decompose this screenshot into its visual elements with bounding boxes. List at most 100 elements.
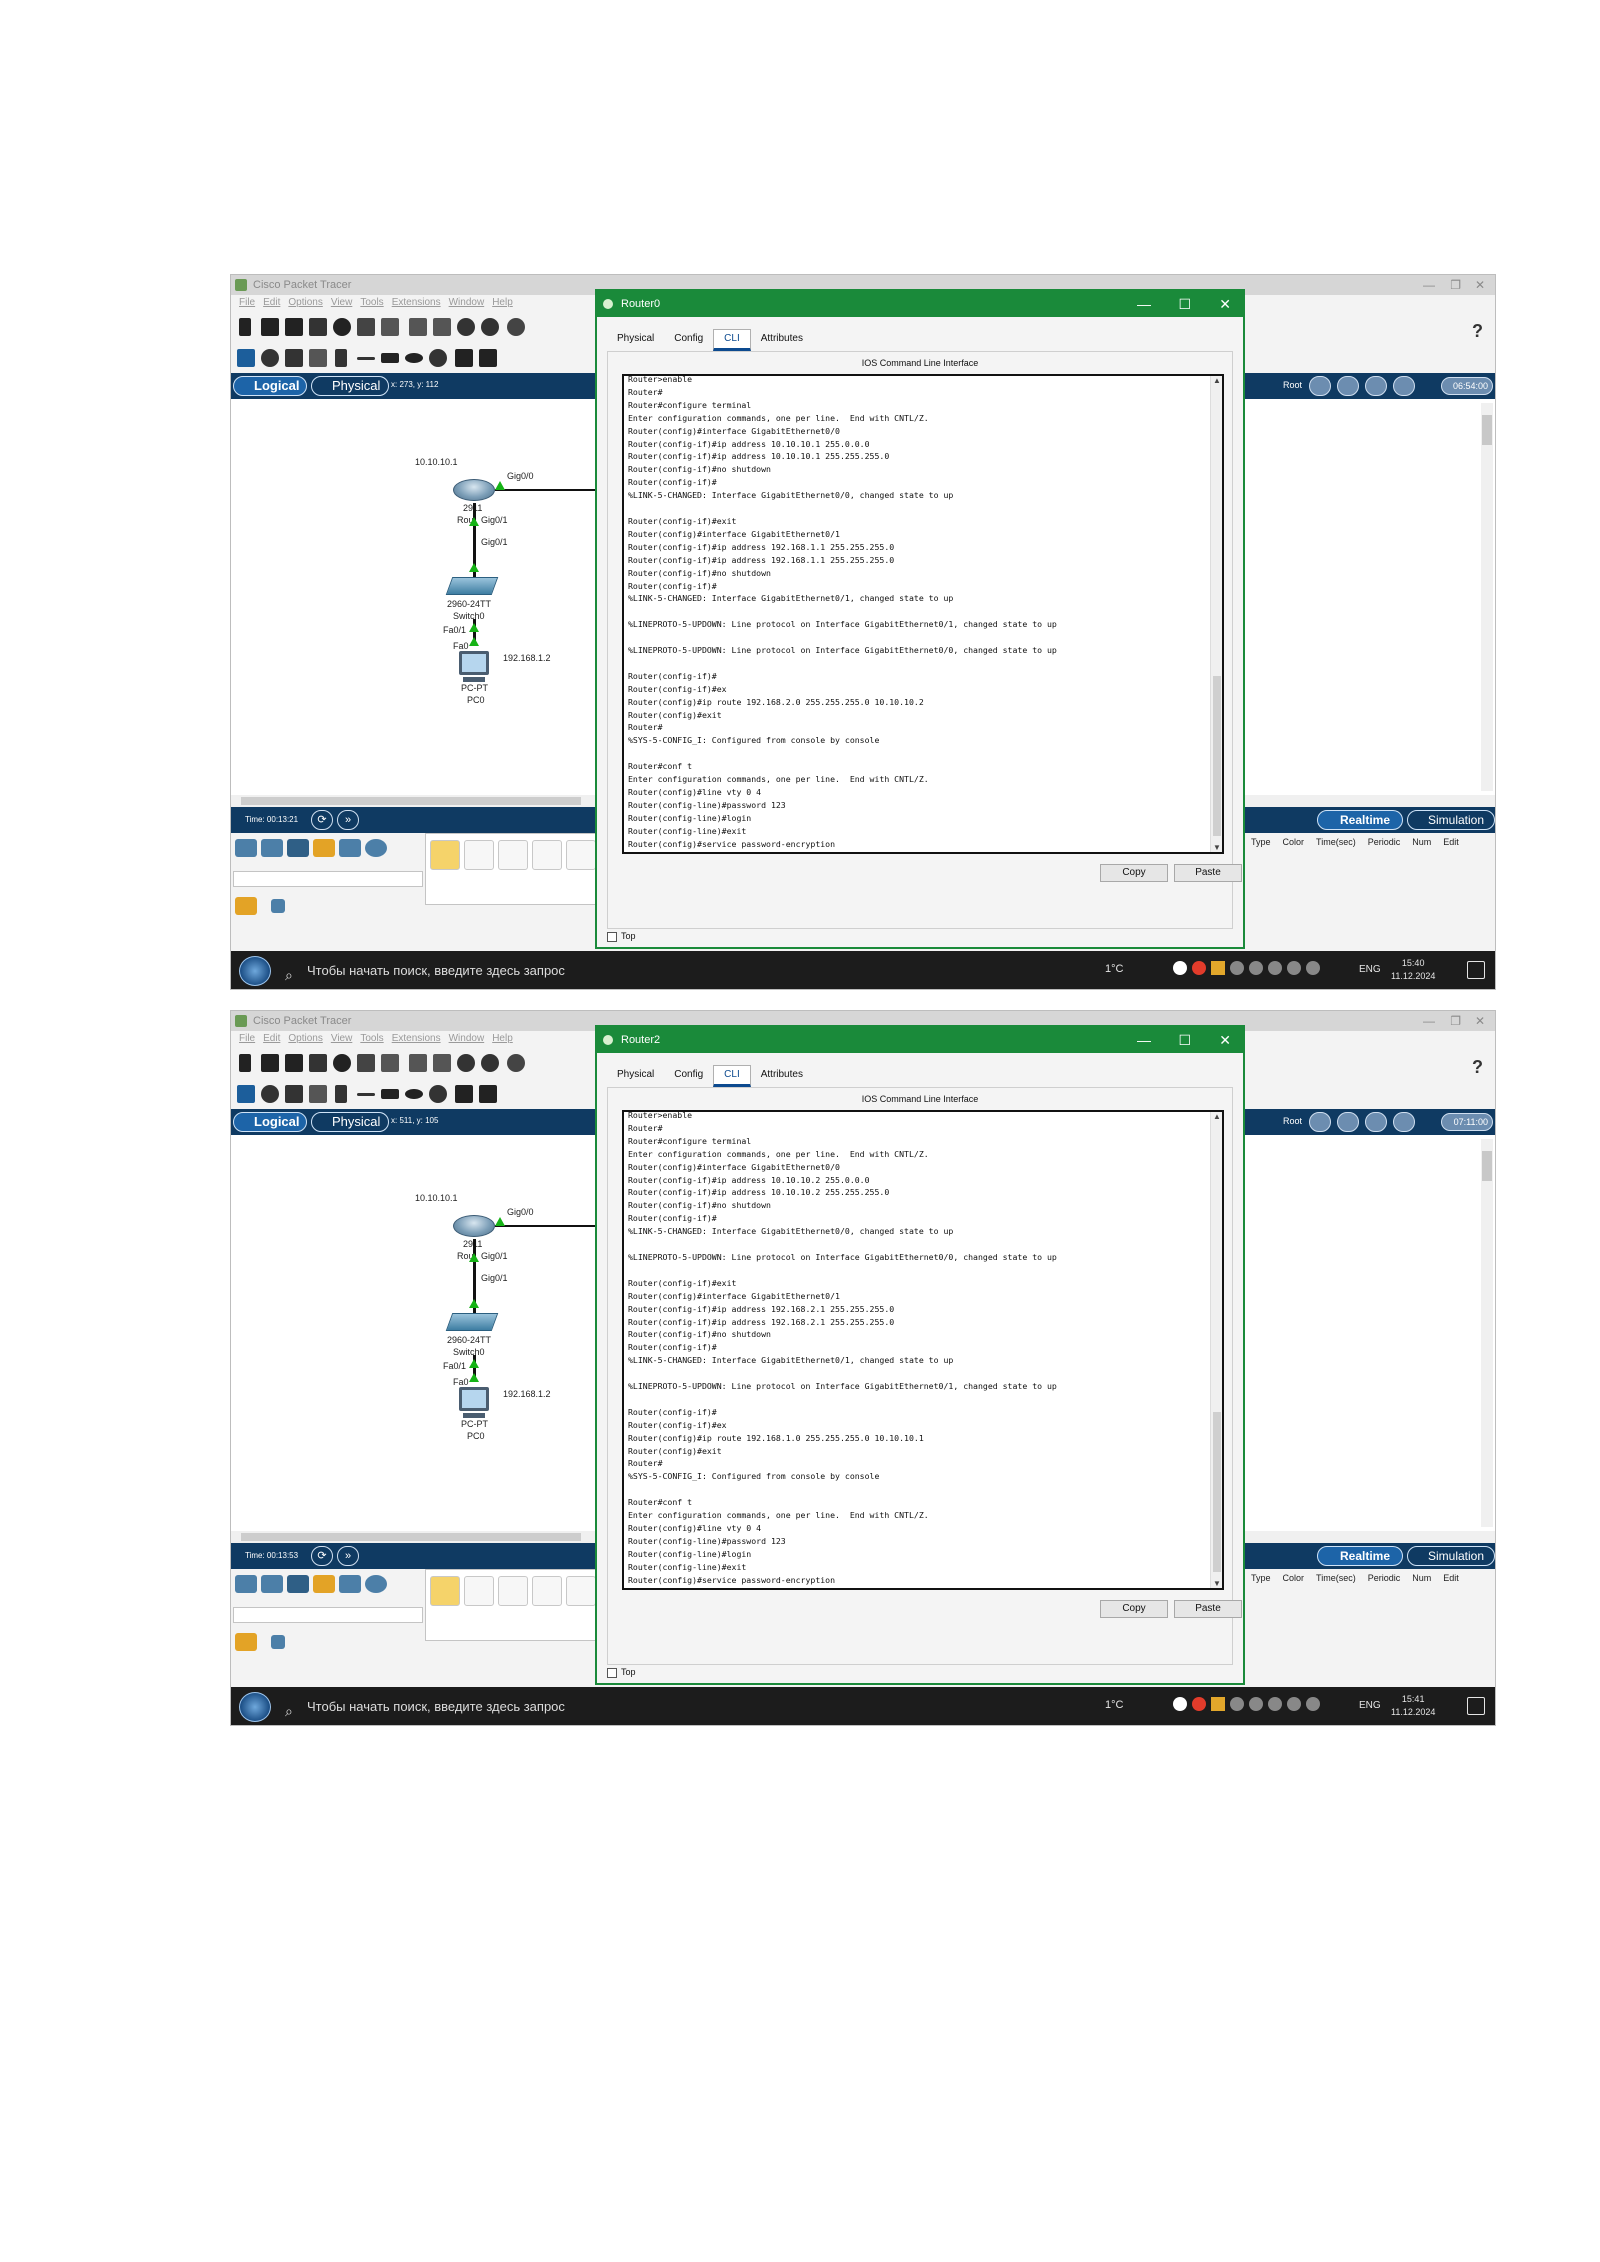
menu-window[interactable]: Window (449, 1031, 485, 1047)
auto-connect-icon[interactable] (430, 840, 460, 870)
grid-icon[interactable] (271, 1635, 285, 1649)
draw-ellipse-icon[interactable] (405, 1089, 423, 1099)
back-icon[interactable] (1309, 376, 1331, 396)
taskbar-search[interactable]: ⌕ Чтобы начать поиск, введите здесь запро… (279, 959, 591, 983)
multiuser-icon[interactable] (365, 1575, 387, 1593)
close-icon[interactable]: ✕ (1475, 275, 1485, 295)
switch-icon[interactable] (445, 1313, 499, 1331)
minimize-icon[interactable]: — (1423, 1011, 1435, 1031)
help-icon[interactable]: ? (1472, 321, 1483, 342)
wifi-icon[interactable] (1268, 961, 1282, 975)
scrollbar-thumb[interactable] (1213, 676, 1221, 836)
draw-rectangle-icon[interactable] (381, 353, 399, 363)
inspect-icon[interactable] (261, 349, 279, 367)
menu-file[interactable]: File (239, 295, 255, 311)
cli-terminal[interactable]: Router>enable Router# Router#configure t… (622, 1110, 1224, 1590)
weather-temp[interactable]: 1°C (1105, 963, 1123, 975)
dialog-maximize-icon[interactable]: ☐ (1178, 1027, 1191, 1053)
paste-button[interactable]: Paste (1174, 1600, 1242, 1618)
menu-file[interactable]: File (239, 1031, 255, 1047)
resize-icon[interactable] (309, 1085, 327, 1103)
start-icon[interactable] (239, 1692, 271, 1722)
terminal-scrollbar[interactable]: ▲ ▼ (1210, 1112, 1222, 1588)
router-icon[interactable] (453, 1215, 495, 1237)
tab-attributes[interactable]: Attributes (751, 1066, 813, 1084)
tray-clock[interactable]: 15:40 11.12.2024 (1391, 957, 1435, 983)
save-icon[interactable] (285, 318, 303, 336)
dialog-close-icon[interactable]: ✕ (1219, 291, 1231, 317)
input-language[interactable]: ENG (1359, 1700, 1381, 1711)
device-search-field[interactable] (233, 871, 423, 887)
scroll-up-icon[interactable]: ▲ (1213, 376, 1221, 385)
restore-icon[interactable]: ❐ (1450, 1011, 1461, 1031)
components-icon[interactable] (287, 839, 309, 857)
tab-config[interactable]: Config (664, 1066, 713, 1084)
move-icon[interactable] (1365, 376, 1387, 396)
input-language[interactable]: ENG (1359, 964, 1381, 975)
copy-button[interactable]: Copy (1100, 1600, 1168, 1618)
realtime-mode-button[interactable]: Realtime (1317, 810, 1403, 830)
delete-icon[interactable] (285, 1085, 303, 1103)
realtime-mode-button[interactable]: Realtime (1317, 1546, 1403, 1566)
power-cycle-icon[interactable]: ⟳ (311, 810, 333, 830)
menu-view[interactable]: View (331, 1031, 353, 1047)
console-cable-icon[interactable] (464, 1576, 494, 1606)
menu-view[interactable]: View (331, 295, 353, 311)
pc-icon[interactable] (459, 651, 489, 675)
simulation-mode-button[interactable]: Simulation (1407, 810, 1495, 830)
copy-icon[interactable] (409, 318, 427, 336)
dialog-maximize-icon[interactable]: ☐ (1178, 291, 1191, 317)
delete-icon[interactable] (285, 349, 303, 367)
viewport-icon[interactable] (1393, 376, 1415, 396)
copy-button[interactable]: Copy (1100, 864, 1168, 882)
tray-app-icon[interactable] (1230, 961, 1244, 975)
move-icon[interactable] (1365, 1112, 1387, 1132)
auto-connect-icon[interactable] (430, 1576, 460, 1606)
menu-edit[interactable]: Edit (263, 295, 280, 311)
freeform-icon[interactable] (429, 1085, 447, 1103)
restore-icon[interactable]: ❐ (1450, 275, 1461, 295)
copy-icon[interactable] (409, 1054, 427, 1072)
workspace-vertical-scrollbar[interactable] (1481, 403, 1493, 791)
scrollbar-thumb[interactable] (1482, 1151, 1492, 1181)
zoom-in-icon[interactable] (507, 1054, 525, 1072)
back-icon[interactable] (1309, 1112, 1331, 1132)
cli-terminal[interactable]: Router>enable Router# Router#configure t… (622, 374, 1224, 854)
physical-view-button[interactable]: Physical (311, 376, 389, 396)
note-icon[interactable] (335, 349, 347, 367)
redo-icon[interactable] (481, 318, 499, 336)
scroll-up-icon[interactable]: ▲ (1213, 1112, 1221, 1121)
menu-tools[interactable]: Tools (360, 295, 383, 311)
logical-view-button[interactable]: Logical (233, 376, 307, 396)
fiber-cable-icon[interactable] (566, 1576, 596, 1606)
network-wizard-icon[interactable] (357, 318, 375, 336)
info-icon[interactable] (333, 318, 351, 336)
workspace-vertical-scrollbar[interactable] (1481, 1139, 1493, 1527)
weather-temp[interactable]: 1°C (1105, 1699, 1123, 1711)
menu-help[interactable]: Help (492, 295, 513, 311)
draw-ellipse-icon[interactable] (405, 353, 423, 363)
scroll-down-icon[interactable]: ▼ (1213, 843, 1221, 852)
google-icon[interactable] (1173, 961, 1187, 975)
info-icon[interactable] (333, 1054, 351, 1072)
straight-through-cable-icon[interactable] (498, 840, 528, 870)
menu-edit[interactable]: Edit (263, 1031, 280, 1047)
crossover-cable-icon[interactable] (532, 1576, 562, 1606)
wifi-icon[interactable] (1268, 1697, 1282, 1711)
scrollbar-thumb[interactable] (1213, 1412, 1221, 1572)
tray-clock[interactable]: 15:41 11.12.2024 (1391, 1693, 1435, 1719)
warning-icon[interactable] (1211, 961, 1225, 975)
menu-help[interactable]: Help (492, 1031, 513, 1047)
zoom-in-icon[interactable] (507, 318, 525, 336)
battery-icon[interactable] (1249, 961, 1263, 975)
select-icon[interactable] (237, 1085, 255, 1103)
network-devices-icon[interactable] (235, 839, 257, 857)
warning-icon[interactable] (1211, 1697, 1225, 1711)
freeform-icon[interactable] (429, 349, 447, 367)
multiuser-icon[interactable] (365, 839, 387, 857)
fast-forward-icon[interactable]: » (337, 1546, 359, 1566)
draw-line-icon[interactable] (357, 357, 375, 360)
terminal-scrollbar[interactable]: ▲ ▼ (1210, 376, 1222, 852)
dialog-minimize-icon[interactable]: — (1137, 1027, 1151, 1053)
select-icon[interactable] (237, 349, 255, 367)
